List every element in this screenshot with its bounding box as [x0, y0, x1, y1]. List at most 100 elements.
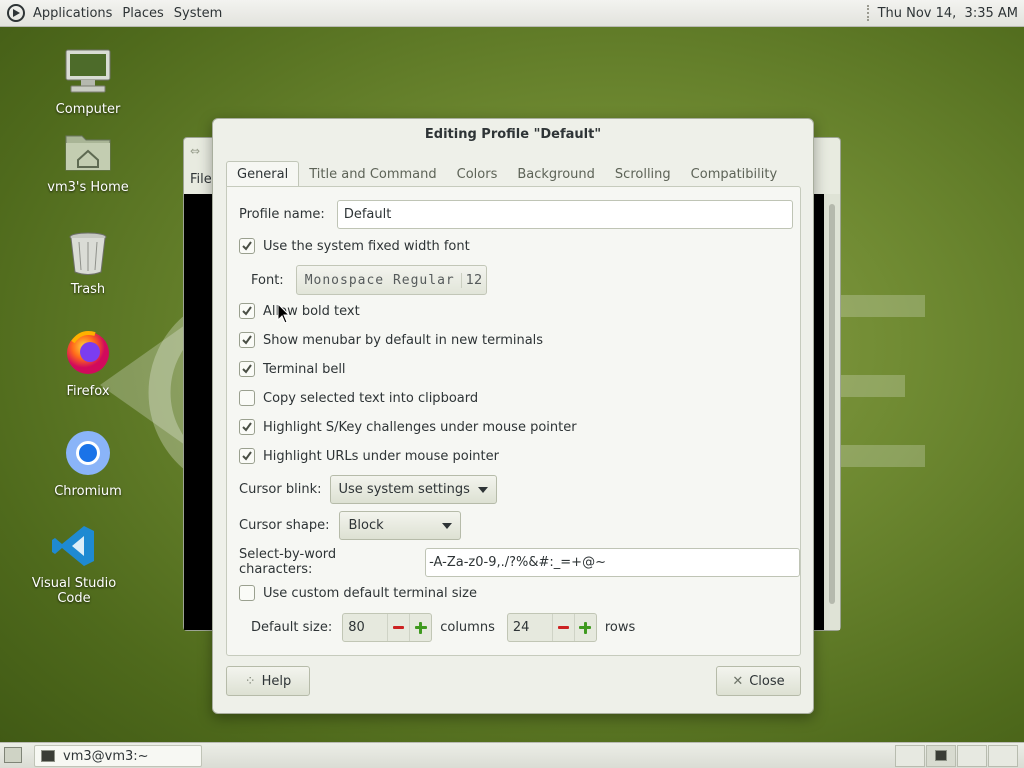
tab-background[interactable]: Background — [507, 162, 605, 187]
columns-decrement-button[interactable] — [387, 614, 409, 641]
desktop-icon-trash[interactable]: Trash — [28, 230, 148, 297]
terminal-mini-icon — [935, 750, 947, 761]
checkbox-box[interactable] — [239, 303, 255, 319]
help-icon: ⁘ — [244, 673, 256, 689]
checkbox-box[interactable] — [239, 332, 255, 348]
font-label: Font: — [251, 272, 284, 288]
checkbox-box[interactable] — [239, 238, 255, 254]
terminal-icon — [41, 750, 55, 762]
select-by-word-input[interactable]: -A-Za-z0-9,./?%&#:_=+@~ — [425, 547, 800, 577]
rows-spinner[interactable]: 24 — [506, 613, 597, 642]
checkbox-box[interactable] — [239, 419, 255, 435]
checkbox-box[interactable] — [239, 585, 255, 601]
plus-icon — [414, 621, 427, 634]
tab-general[interactable]: General — [226, 161, 300, 187]
show-desktop-icon[interactable] — [4, 747, 22, 763]
checkbox-label: Use the system fixed width font — [263, 238, 470, 254]
desktop-icon-firefox[interactable]: Firefox — [28, 328, 148, 399]
cursor-blink-dropdown[interactable]: Use system settings — [329, 475, 497, 504]
terminal-scrollbar[interactable] — [824, 194, 840, 630]
checkbox-box[interactable] — [239, 390, 255, 406]
checkbox-label: Copy selected text into clipboard — [263, 390, 479, 406]
terminal-bell-checkbox[interactable]: Terminal bell — [239, 361, 346, 377]
close-button[interactable]: ✕ Close — [716, 666, 801, 696]
applications-menu[interactable]: Applications — [28, 6, 117, 21]
checkbox-label: Use custom default terminal size — [263, 585, 477, 601]
tab-compatibility[interactable]: Compatibility — [681, 162, 788, 187]
profile-name-value: Default — [343, 207, 392, 222]
home-folder-icon — [65, 135, 111, 171]
desktop-icon-chromium[interactable]: Chromium — [28, 428, 148, 499]
checkbox-label: Highlight URLs under mouse pointer — [263, 448, 499, 464]
mouse-pointer-icon — [277, 303, 291, 324]
taskbar-button-terminal[interactable]: vm3@vm3:~ — [34, 745, 202, 767]
terminal-menu-file[interactable]: File — [190, 172, 212, 187]
profile-name-input[interactable]: Default — [336, 200, 793, 229]
distro-logo-icon[interactable] — [6, 3, 28, 23]
allow-bold-checkbox[interactable]: Allow bold text — [239, 303, 360, 319]
desktop-icon-label: Chromium — [54, 484, 122, 499]
trash-icon — [69, 232, 107, 275]
workspace-3[interactable] — [957, 745, 987, 767]
highlight-skey-checkbox[interactable]: Highlight S/Key challenges under mouse p… — [239, 419, 577, 435]
rows-value: 24 — [512, 620, 530, 635]
use-system-font-checkbox[interactable]: Use the system fixed width font — [239, 238, 470, 254]
cursor-shape-value: Block — [348, 518, 384, 533]
tab-title-and-command[interactable]: Title and Command — [299, 162, 446, 187]
bottom-panel: vm3@vm3:~ — [0, 742, 1024, 768]
taskbar-label: vm3@vm3:~ — [63, 748, 149, 764]
custom-size-checkbox[interactable]: Use custom default terminal size — [239, 585, 477, 601]
minus-icon — [557, 626, 569, 629]
desktop-icon-label: Visual Studio Code — [31, 576, 117, 606]
cursor-blink-label: Cursor blink: — [239, 482, 322, 497]
desktop-icon-home[interactable]: vm3's Home — [28, 130, 148, 195]
rows-decrement-button[interactable] — [551, 614, 574, 641]
default-size-label: Default size: — [251, 620, 333, 635]
tab-scrolling[interactable]: Scrolling — [605, 162, 681, 187]
columns-spinner[interactable]: 80 — [342, 613, 433, 642]
columns-label: columns — [440, 620, 495, 635]
workspace-4[interactable] — [988, 745, 1018, 767]
highlight-urls-checkbox[interactable]: Highlight URLs under mouse pointer — [239, 448, 499, 464]
system-menu[interactable]: System — [169, 6, 227, 21]
desktop-icon-computer[interactable]: Computer — [28, 46, 148, 117]
minus-icon — [393, 626, 405, 629]
rows-label: rows — [604, 620, 636, 635]
tab-colors[interactable]: Colors — [447, 162, 508, 187]
desktop-icon-label: vm3's Home — [47, 180, 129, 195]
help-button[interactable]: ⁘ Help — [226, 666, 310, 696]
close-button-label: Close — [749, 673, 785, 689]
dropdown-arrow-icon — [477, 486, 488, 493]
help-button-label: Help — [261, 673, 292, 689]
font-name: Monospace Regular — [304, 272, 455, 288]
dialog-title: Editing Profile "Default" — [424, 127, 602, 142]
profile-name-label: Profile name: — [239, 207, 325, 222]
places-menu[interactable]: Places — [117, 6, 168, 21]
workspace-1[interactable] — [895, 745, 925, 767]
checkbox-label: Show menubar by default in new terminals — [263, 332, 544, 348]
dropdown-arrow-icon — [442, 522, 453, 529]
top-panel: Applications Places System Thu Nov 14, 3… — [0, 0, 1024, 27]
desktop-icon-vscode[interactable]: Visual Studio Code — [14, 522, 134, 606]
firefox-icon — [67, 331, 109, 374]
editing-profile-dialog: Editing Profile "Default" General Title … — [212, 118, 814, 714]
desktop-icon-label: Firefox — [66, 384, 110, 399]
clock[interactable]: Thu Nov 14, 3:35 AM — [878, 6, 1018, 21]
copy-selected-checkbox[interactable]: Copy selected text into clipboard — [239, 390, 478, 406]
window-menu-icon[interactable]: ⇔ — [190, 144, 200, 158]
panel-grip-handle[interactable] — [866, 5, 870, 21]
show-menubar-checkbox[interactable]: Show menubar by default in new terminals — [239, 332, 543, 348]
rows-increment-button[interactable] — [573, 614, 596, 641]
columns-increment-button[interactable] — [409, 614, 431, 641]
checkbox-box[interactable] — [239, 448, 255, 464]
font-chooser-button[interactable]: Monospace Regular 12 — [295, 265, 488, 295]
workspace-2[interactable] — [926, 745, 956, 767]
columns-value: 80 — [348, 620, 365, 635]
cursor-shape-dropdown[interactable]: Block — [339, 511, 462, 540]
desktop-icon-label: Computer — [55, 102, 121, 117]
font-size: 12 — [460, 272, 482, 288]
desktop-icon-label: Trash — [70, 282, 106, 297]
tab-bar: General Title and Command Colors Backgro… — [226, 160, 801, 187]
select-by-word-value: -A-Za-z0-9,./?%&#:_=+@~ — [429, 554, 606, 570]
checkbox-box[interactable] — [239, 361, 255, 377]
